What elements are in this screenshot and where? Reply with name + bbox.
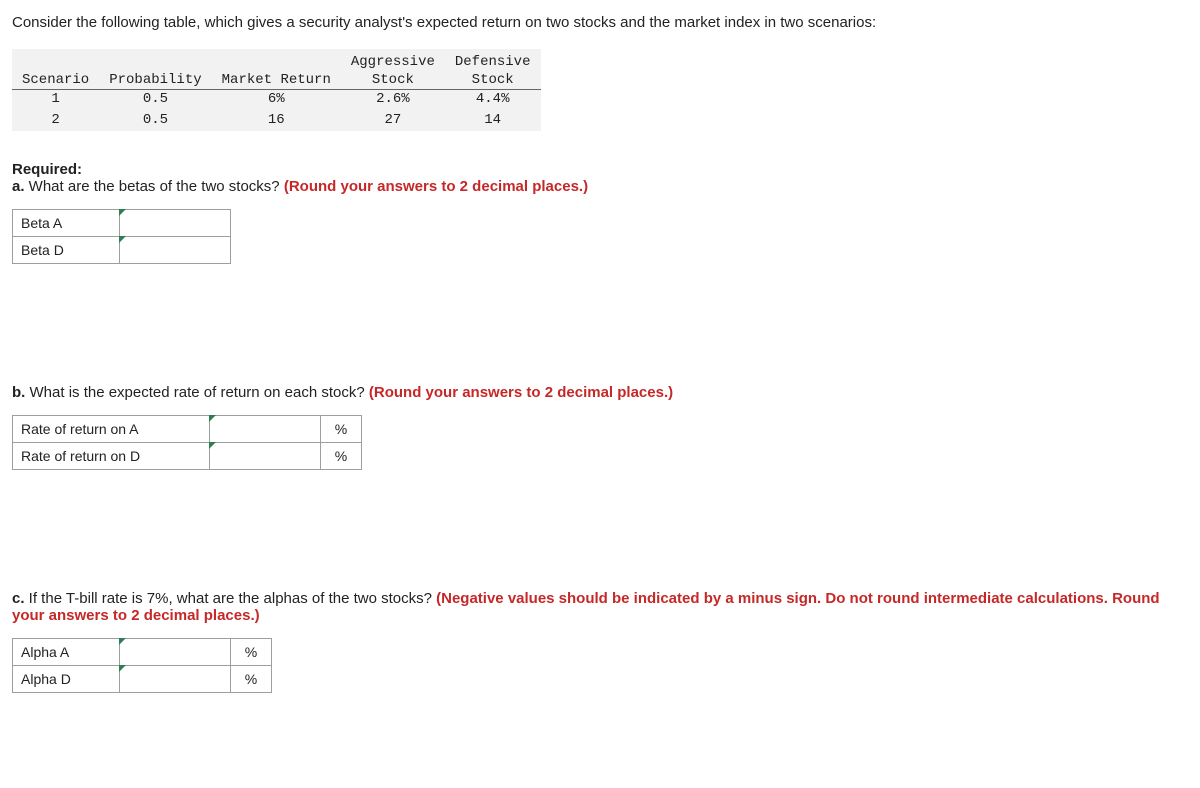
qa-text: What are the betas of the two stocks?: [25, 178, 284, 195]
qb-row-label: Rate of return on D: [13, 442, 210, 469]
unit-percent: %: [231, 665, 272, 692]
caret-icon: [119, 665, 126, 672]
cell: 0.5: [99, 111, 211, 131]
qb-row-label: Rate of return on A: [13, 415, 210, 442]
ror-a-input[interactable]: [210, 417, 320, 441]
qb-input-cell[interactable]: [210, 442, 321, 469]
qb-answer-table: Rate of return on A % Rate of return on …: [12, 415, 362, 470]
ror-d-input[interactable]: [210, 444, 320, 468]
beta-d-input[interactable]: [120, 238, 230, 262]
qc-input-cell[interactable]: [120, 638, 231, 665]
scenario-table: Aggressive Defensive Scenario Probabilit…: [12, 49, 541, 131]
qa-row-label: Beta D: [13, 236, 120, 263]
qc-row-label: Alpha D: [13, 665, 120, 692]
cell: 6%: [212, 90, 341, 111]
question-a: a. What are the betas of the two stocks?…: [12, 178, 1188, 195]
unit-percent: %: [231, 638, 272, 665]
cell: 16: [212, 111, 341, 131]
cell: 0.5: [99, 90, 211, 111]
cell: 4.4%: [445, 90, 541, 111]
beta-a-input[interactable]: [120, 211, 230, 235]
qa-input-cell[interactable]: [120, 209, 231, 236]
cell: 2.6%: [341, 90, 445, 111]
caret-icon: [209, 415, 216, 422]
qb-label: b.: [12, 384, 25, 401]
caret-icon: [119, 638, 126, 645]
qc-input-cell[interactable]: [120, 665, 231, 692]
cell: 14: [445, 111, 541, 131]
col-def-2: Stock: [445, 71, 541, 90]
qa-answer-table: Beta A Beta D: [12, 209, 231, 264]
col-probability: Probability: [99, 71, 211, 90]
alpha-a-input[interactable]: [120, 640, 230, 664]
question-c: c. If the T-bill rate is 7%, what are th…: [12, 590, 1188, 624]
qb-text: What is the expected rate of return on e…: [25, 384, 369, 401]
col-aggr-2: Stock: [341, 71, 445, 90]
table-row: 2 0.5 16 27 14: [12, 111, 541, 131]
unit-percent: %: [321, 415, 362, 442]
col-aggr-1: Aggressive: [341, 49, 445, 71]
cell: 2: [12, 111, 99, 131]
cell: 1: [12, 90, 99, 111]
required-label: Required:: [12, 161, 1188, 178]
qa-input-cell[interactable]: [120, 236, 231, 263]
qc-row-label: Alpha A: [13, 638, 120, 665]
qb-hint: (Round your answers to 2 decimal places.…: [369, 384, 673, 401]
intro-text: Consider the following table, which give…: [12, 14, 1188, 31]
table-row: 1 0.5 6% 2.6% 4.4%: [12, 90, 541, 111]
qc-label: c.: [12, 590, 25, 607]
caret-icon: [119, 209, 126, 216]
caret-icon: [209, 442, 216, 449]
col-market-return: Market Return: [212, 71, 341, 90]
cell: 27: [341, 111, 445, 131]
alpha-d-input[interactable]: [120, 667, 230, 691]
qc-answer-table: Alpha A % Alpha D %: [12, 638, 272, 693]
qa-hint: (Round your answers to 2 decimal places.…: [284, 178, 588, 195]
qb-input-cell[interactable]: [210, 415, 321, 442]
unit-percent: %: [321, 442, 362, 469]
col-scenario: Scenario: [12, 71, 99, 90]
qc-text: If the T-bill rate is 7%, what are the a…: [25, 590, 437, 607]
caret-icon: [119, 236, 126, 243]
col-def-1: Defensive: [445, 49, 541, 71]
question-b: b. What is the expected rate of return o…: [12, 384, 1188, 401]
qa-label: a.: [12, 178, 25, 195]
qa-row-label: Beta A: [13, 209, 120, 236]
